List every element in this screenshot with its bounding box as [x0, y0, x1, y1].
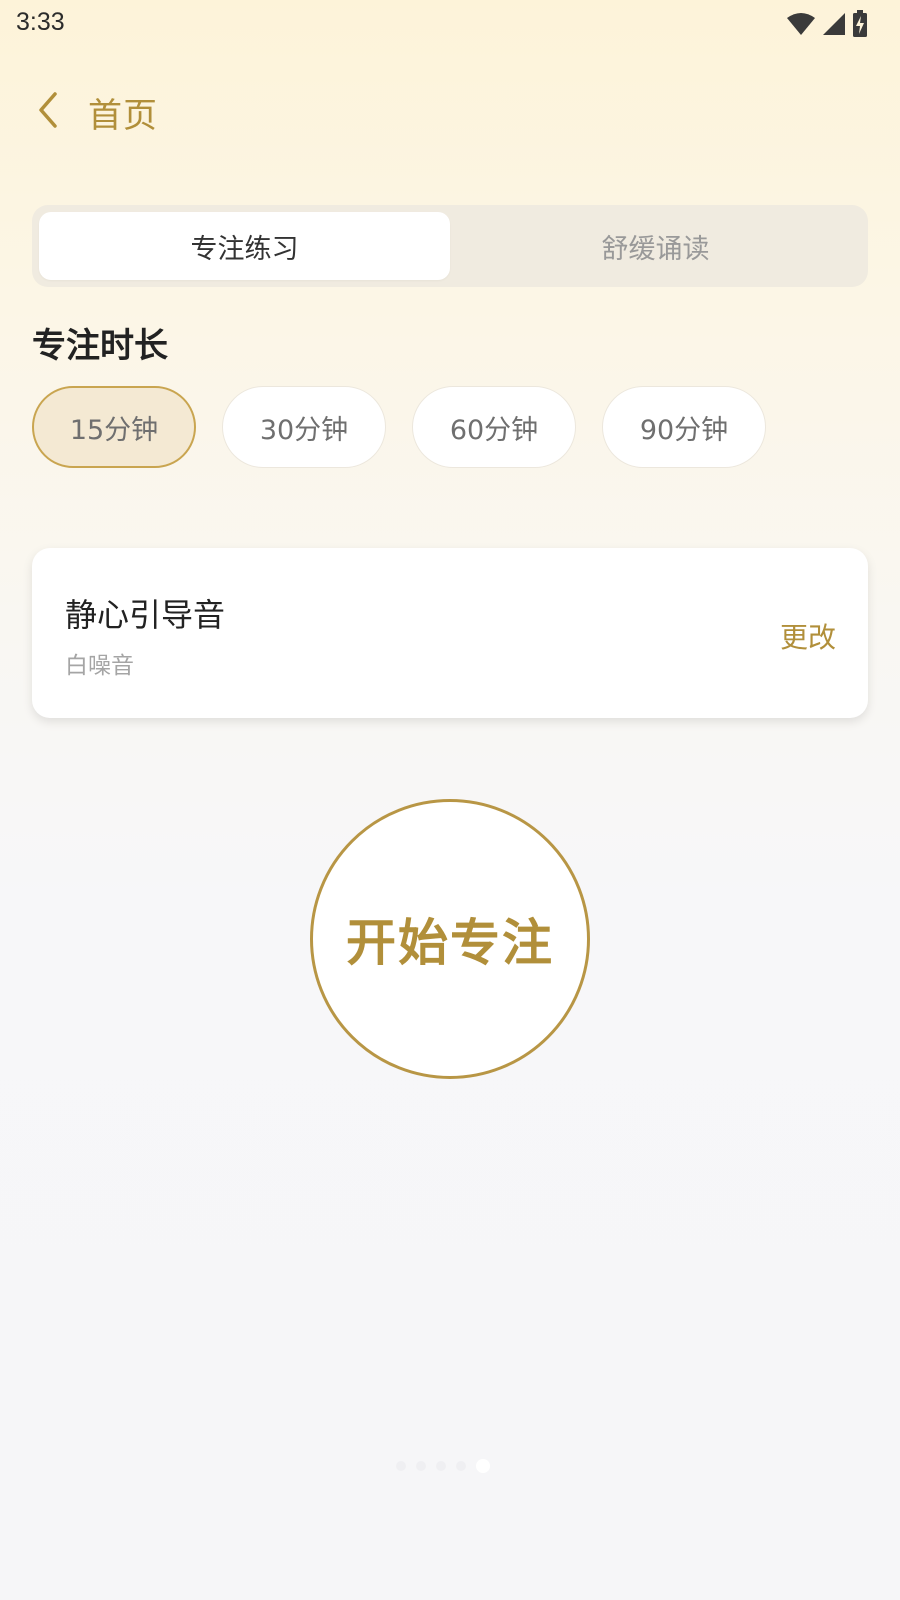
- status-icons: [786, 10, 868, 42]
- sound-card-subtitle: 白噪音: [65, 653, 134, 679]
- duration-option-30[interactable]: 30分钟: [222, 386, 386, 468]
- chevron-left-icon: [33, 90, 63, 134]
- header: 首页: [0, 78, 900, 148]
- tab-soothing-reading[interactable]: 舒缓诵读: [450, 212, 861, 280]
- page-dot: [396, 1461, 406, 1471]
- duration-option-60[interactable]: 60分钟: [412, 386, 576, 468]
- duration-option-15[interactable]: 15分钟: [32, 386, 196, 468]
- wifi-icon: [786, 12, 816, 40]
- guide-sound-card[interactable]: 静心引导音 白噪音 更改: [32, 548, 868, 718]
- page-dot: [436, 1461, 446, 1471]
- tab-focus-practice[interactable]: 专注练习: [39, 212, 450, 280]
- duration-options: 15分钟 30分钟 60分钟 90分钟: [32, 386, 766, 468]
- status-bar: 3:33: [0, 0, 900, 50]
- status-time: 3:33: [16, 8, 65, 36]
- duration-section-title: 专注时长: [32, 326, 168, 366]
- signal-icon: [822, 12, 846, 40]
- screen: 3:33 首页 专注练习 舒缓诵读 专注时长 15分钟 30分钟 60分钟 90…: [0, 0, 900, 1600]
- start-focus-label: 开始专注: [346, 913, 554, 972]
- start-focus-button[interactable]: 开始专注: [310, 799, 590, 1079]
- page-indicator: [396, 1459, 490, 1473]
- page-dot-active: [476, 1459, 490, 1473]
- page-dot: [416, 1461, 426, 1471]
- page-title[interactable]: 首页: [88, 88, 158, 137]
- page-dot: [456, 1461, 466, 1471]
- mode-tabs: 专注练习 舒缓诵读: [32, 205, 868, 287]
- battery-charging-icon: [852, 10, 868, 42]
- change-sound-button[interactable]: 更改: [780, 616, 836, 656]
- back-button[interactable]: [22, 86, 74, 138]
- sound-card-title: 静心引导音: [65, 596, 226, 634]
- duration-option-90[interactable]: 90分钟: [602, 386, 766, 468]
